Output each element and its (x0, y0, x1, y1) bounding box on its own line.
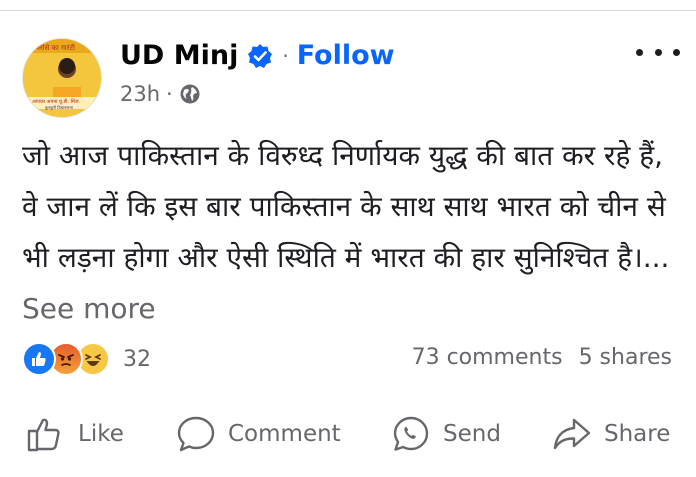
reaction-count: 32 (123, 346, 151, 372)
author-avatar[interactable]: भरोसे का गारंटी आपका अपना यू.डी. मिंज कु… (22, 38, 102, 118)
post-text: जो आज पाकिस्तान के विरुध्द निर्णायक युद्… (22, 130, 682, 334)
post-body: जो आज पाकिस्तान के विरुध्द निर्णायक युद्… (22, 139, 670, 274)
share-label: Share (604, 421, 671, 447)
see-more-link[interactable]: See more (22, 292, 156, 325)
engagement-stats: 73 comments 5 shares (412, 345, 672, 370)
like-reaction-icon (22, 342, 56, 376)
top-divider (0, 10, 696, 11)
more-dot (654, 48, 662, 56)
verified-badge-icon (247, 43, 273, 69)
follow-button[interactable]: Follow (297, 40, 395, 71)
comment-bubble-icon (177, 416, 215, 452)
post-meta: 23h · (120, 82, 201, 106)
avatar-caption: आपका अपना यू.डी. मिंज (32, 98, 79, 105)
reactions-summary[interactable]: 32 (22, 342, 151, 376)
more-dot (636, 48, 643, 56)
author-name[interactable]: UD Minj (120, 40, 238, 71)
more-dot (673, 48, 680, 56)
comments-count[interactable]: 73 comments (412, 345, 563, 370)
more-options-icon[interactable] (636, 38, 680, 66)
shares-count[interactable]: 5 shares (579, 345, 672, 370)
whatsapp-icon (393, 416, 429, 451)
like-button[interactable]: Like (26, 408, 124, 460)
meta-separator: · (166, 82, 173, 106)
post-header: UD Minj · Follow (120, 40, 395, 71)
action-bar: Like Comment Send Share (0, 408, 696, 460)
post-timestamp[interactable]: 23h (120, 82, 160, 106)
globe-icon[interactable] (179, 83, 201, 105)
comment-button[interactable]: Comment (176, 408, 341, 460)
separator-dot: · (282, 43, 289, 68)
send-button[interactable]: Send (391, 408, 501, 460)
comment-label: Comment (228, 421, 341, 447)
avatar-slogan: भरोसे का गारंटी (35, 43, 75, 52)
thumbs-up-icon (27, 418, 60, 452)
share-arrow-icon (553, 418, 591, 450)
send-label: Send (443, 421, 501, 447)
avatar-image: भरोसे का गारंटी आपका अपना यू.डी. मिंज कु… (23, 39, 101, 117)
like-label: Like (78, 421, 124, 447)
share-button[interactable]: Share (552, 408, 670, 460)
